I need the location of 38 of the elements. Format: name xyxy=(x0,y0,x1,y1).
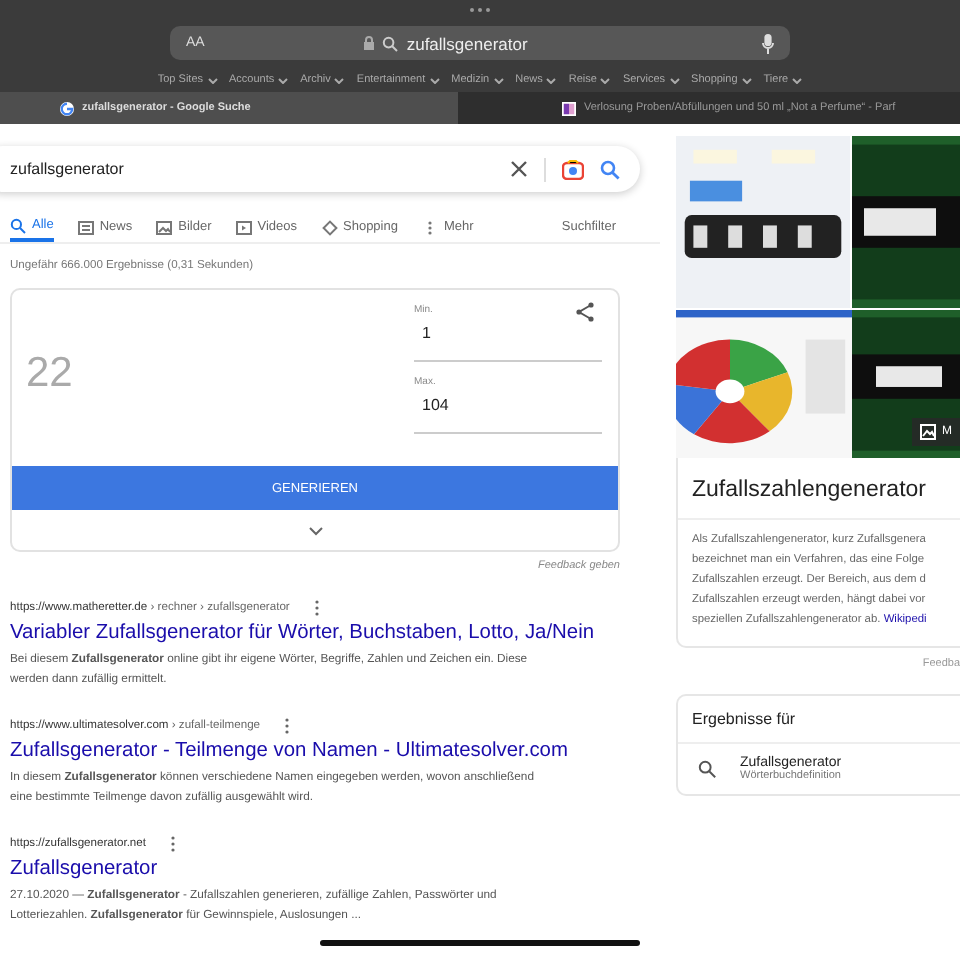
result-title-link[interactable]: Zufallsgenerator - Teilmenge von Namen - Ultimatesolver.com xyxy=(10,740,660,762)
close-icon[interactable] xyxy=(510,160,528,178)
chevron-down-icon xyxy=(546,77,557,83)
microphone-icon[interactable] xyxy=(762,33,774,53)
play-icon xyxy=(235,219,252,235)
chevron-down-icon xyxy=(600,77,611,83)
chevron-down-icon xyxy=(207,77,217,83)
chevron-down-icon xyxy=(741,77,752,83)
related-heading: Ergebnisse für xyxy=(678,696,960,744)
chevron-down-icon xyxy=(334,77,345,83)
share-icon[interactable] xyxy=(576,302,594,322)
lock-icon xyxy=(364,36,375,50)
newspaper-icon xyxy=(77,219,94,235)
tag-icon xyxy=(321,219,337,235)
result-title-link[interactable]: Variabler Zufallsgenerator für Wörter, Buchstaben, Lotto, Ja/Nein xyxy=(10,622,660,644)
chevron-down-icon xyxy=(669,77,680,83)
image-icon xyxy=(920,424,936,440)
more-options-icon[interactable] xyxy=(284,718,291,734)
site-favicon-icon xyxy=(562,101,576,115)
search-icon xyxy=(382,35,399,51)
chevron-down-icon xyxy=(493,77,504,83)
camera-icon[interactable] xyxy=(562,159,584,179)
address-text: zufallsgenerator xyxy=(406,33,528,53)
search-icon xyxy=(10,217,26,233)
image-icon xyxy=(156,219,173,235)
result-title-link[interactable]: Zufallsgenerator xyxy=(10,858,660,880)
panel-title: Zufallszahlengenerator xyxy=(678,458,960,520)
search-icon xyxy=(698,760,716,778)
chevron-down-icon xyxy=(792,77,803,83)
chevron-down-icon xyxy=(429,77,440,83)
search-icon[interactable] xyxy=(600,159,620,179)
expand-chevron-icon[interactable] xyxy=(307,526,323,536)
search-field[interactable]: zufallsgenerator xyxy=(0,146,640,192)
google-favicon-icon xyxy=(60,101,74,115)
more-options-icon[interactable] xyxy=(313,600,320,616)
more-options-icon[interactable] xyxy=(170,836,176,852)
chevron-down-icon xyxy=(278,77,289,83)
random-number: 22 xyxy=(26,350,75,400)
